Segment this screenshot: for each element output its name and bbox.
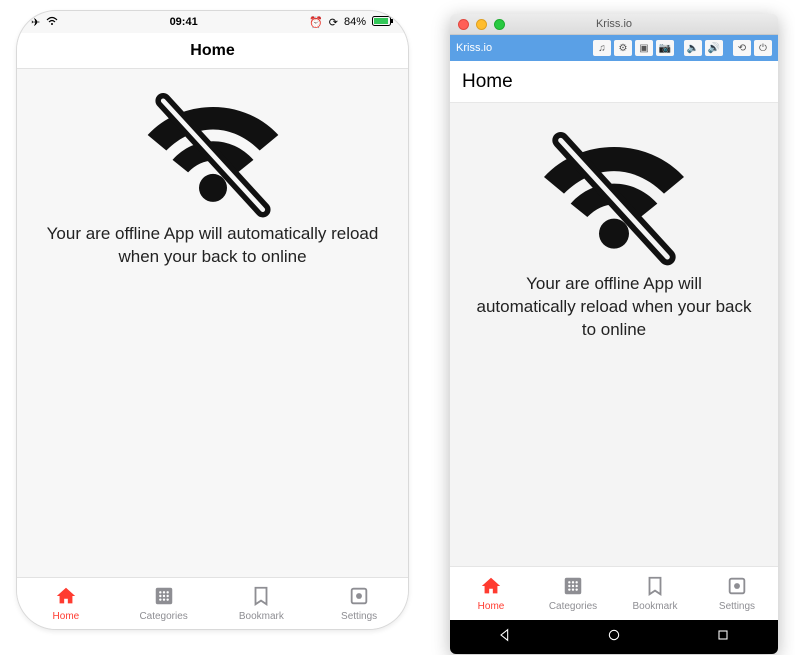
status-time: 09:41 (170, 16, 198, 28)
close-window-button[interactable] (458, 19, 469, 30)
bookmark-icon (250, 585, 272, 610)
tab-bookmark[interactable]: Bookmark (213, 578, 311, 629)
tab-label: Categories (139, 611, 187, 622)
battery-percent: 84% (344, 16, 366, 28)
mac-emulator-window: Kriss.io Kriss.io ♫ ⚙ ▣ 📷 🔈 🔊 ⟲ ⏻ Home (450, 14, 778, 654)
wifi-off-icon (529, 117, 699, 267)
volume-up-icon: 🔊 (708, 43, 720, 54)
tab-bookmark[interactable]: Bookmark (614, 567, 696, 620)
tab-label: Settings (341, 611, 377, 622)
home-icon (55, 585, 77, 610)
page-title: Home (17, 33, 408, 69)
nav-recents-button[interactable] (715, 627, 731, 648)
power-icon: ⏻ (759, 43, 767, 54)
ios-phone-frame: ✈ 09:41 ⏰ ⟳ 84% Home Your (16, 10, 409, 630)
android-tabbar: Home Categories Bookmark Settings (450, 566, 778, 620)
tab-label: Bookmark (632, 601, 677, 612)
emulator-toolbar: Kriss.io ♫ ⚙ ▣ 📷 🔈 🔊 ⟲ ⏻ (450, 35, 778, 61)
rotate-button[interactable]: ⟲ (733, 40, 751, 56)
window-title: Kriss.io (596, 18, 632, 30)
wifi-icon (46, 16, 58, 29)
nav-back-button[interactable] (497, 627, 513, 648)
minimize-window-button[interactable] (476, 19, 487, 30)
android-screen-content: Your are offline App will automatically … (450, 103, 778, 566)
volume-up-button[interactable]: 🔊 (705, 40, 723, 56)
emulator-label: Kriss.io (456, 42, 492, 54)
ios-tabbar: Home Categories Bookmark Settings (17, 577, 408, 629)
gear-icon: ⚙ (619, 43, 628, 54)
video-button[interactable]: ▣ (635, 40, 653, 56)
tab-label: Categories (549, 601, 597, 612)
tab-label: Home (53, 611, 80, 622)
ios-screen-content: Your are offline App will automatically … (17, 69, 408, 577)
android-navbar (450, 620, 778, 654)
page-title-text: Home (462, 71, 513, 93)
volume-down-button[interactable]: 🔈 (684, 40, 702, 56)
tab-label: Settings (719, 601, 755, 612)
page-title: Home (450, 61, 778, 103)
wifi-off-icon (133, 79, 293, 219)
ios-status-bar: ✈ 09:41 ⏰ ⟳ 84% (17, 11, 408, 33)
battery-icon (372, 16, 394, 29)
headphones-button[interactable]: ♫ (593, 40, 611, 56)
page-title-text: Home (190, 42, 234, 60)
tab-categories[interactable]: Categories (115, 578, 213, 629)
grid-icon (562, 575, 584, 600)
tab-home[interactable]: Home (450, 567, 532, 620)
gear-icon (348, 585, 370, 610)
gear-icon (726, 575, 748, 600)
zoom-window-button[interactable] (494, 19, 505, 30)
airplane-icon: ✈ (31, 16, 40, 29)
home-icon (480, 575, 502, 600)
settings-button[interactable]: ⚙ (614, 40, 632, 56)
bookmark-icon (644, 575, 666, 600)
camera-button[interactable]: 📷 (656, 40, 674, 56)
rotate-icon: ⟲ (738, 43, 746, 54)
tab-home[interactable]: Home (17, 578, 115, 629)
tab-label: Home (478, 601, 505, 612)
tab-categories[interactable]: Categories (532, 567, 614, 620)
offline-message: Your are offline App will automatically … (17, 223, 408, 269)
offline-message: Your are offline App will automatically … (450, 273, 778, 342)
headphones-icon: ♫ (598, 43, 606, 54)
rotation-lock-icon: ⟳ (329, 16, 338, 29)
volume-down-icon: 🔈 (687, 43, 699, 54)
alarm-icon: ⏰ (309, 16, 323, 29)
grid-icon (153, 585, 175, 610)
tab-label: Bookmark (239, 611, 284, 622)
mac-titlebar: Kriss.io (450, 14, 778, 35)
tab-settings[interactable]: Settings (696, 567, 778, 620)
camera-icon: 📷 (659, 43, 671, 54)
video-icon: ▣ (639, 43, 648, 54)
tab-settings[interactable]: Settings (310, 578, 408, 629)
power-button[interactable]: ⏻ (754, 40, 772, 56)
nav-home-button[interactable] (606, 627, 622, 648)
mac-traffic-lights (458, 19, 505, 30)
